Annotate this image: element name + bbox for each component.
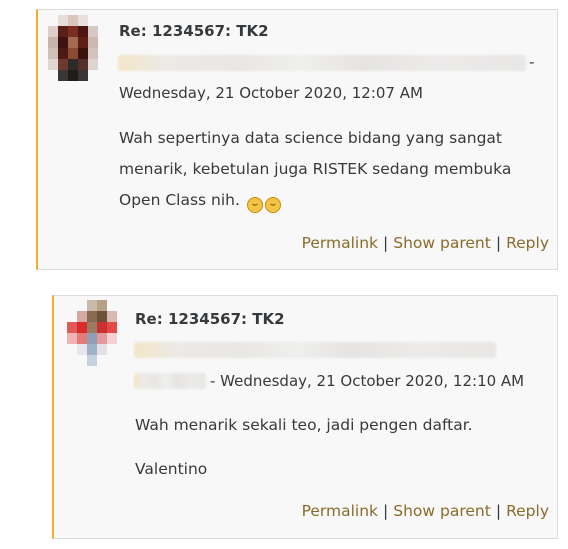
avatar[interactable] bbox=[48, 15, 98, 81]
show-parent-link[interactable]: Show parent bbox=[393, 234, 491, 252]
grinning-face-emoji: ⌣ bbox=[264, 197, 281, 213]
grinning-face-emoji: ⌣ bbox=[246, 197, 263, 213]
show-parent-link[interactable]: Show parent bbox=[393, 502, 491, 520]
date-separator: - bbox=[529, 53, 535, 71]
divider: | bbox=[495, 502, 502, 520]
post-message: Wah sepertinya data science bidang yang … bbox=[119, 123, 549, 216]
post-date: Wednesday, 21 October 2020, 12:07 AM bbox=[119, 84, 423, 102]
post-subject: Re: 1234567: TK2 bbox=[119, 22, 269, 40]
reply-link[interactable]: Reply bbox=[506, 502, 549, 520]
divider: | bbox=[495, 234, 502, 252]
forum-post: Re: 1234567: TK2 - Wednesday, 21 October… bbox=[36, 9, 558, 270]
post-actions: Permalink | Show parent | Reply bbox=[302, 502, 549, 520]
post-date: - Wednesday, 21 October 2020, 12:10 AM bbox=[210, 372, 525, 390]
author-name[interactable] bbox=[134, 342, 496, 358]
reply-link[interactable]: Reply bbox=[506, 234, 549, 252]
post-actions: Permalink | Show parent | Reply bbox=[302, 234, 549, 252]
divider: | bbox=[383, 234, 389, 252]
author-name-continued[interactable] bbox=[134, 373, 206, 389]
author-name[interactable] bbox=[118, 55, 526, 71]
post-subject: Re: 1234567: TK2 bbox=[135, 310, 285, 328]
divider: | bbox=[383, 502, 389, 520]
post-message-text: Wah sepertinya data science bidang yang … bbox=[119, 129, 512, 209]
avatar[interactable] bbox=[67, 300, 117, 366]
post-message: Wah menarik sekali teo, jadi pengen daft… bbox=[135, 416, 473, 434]
forum-post: Re: 1234567: TK2 - Wednesday, 21 October… bbox=[52, 295, 558, 539]
post-signature: Valentino bbox=[135, 460, 208, 478]
permalink-link[interactable]: Permalink bbox=[302, 502, 378, 520]
permalink-link[interactable]: Permalink bbox=[302, 234, 378, 252]
